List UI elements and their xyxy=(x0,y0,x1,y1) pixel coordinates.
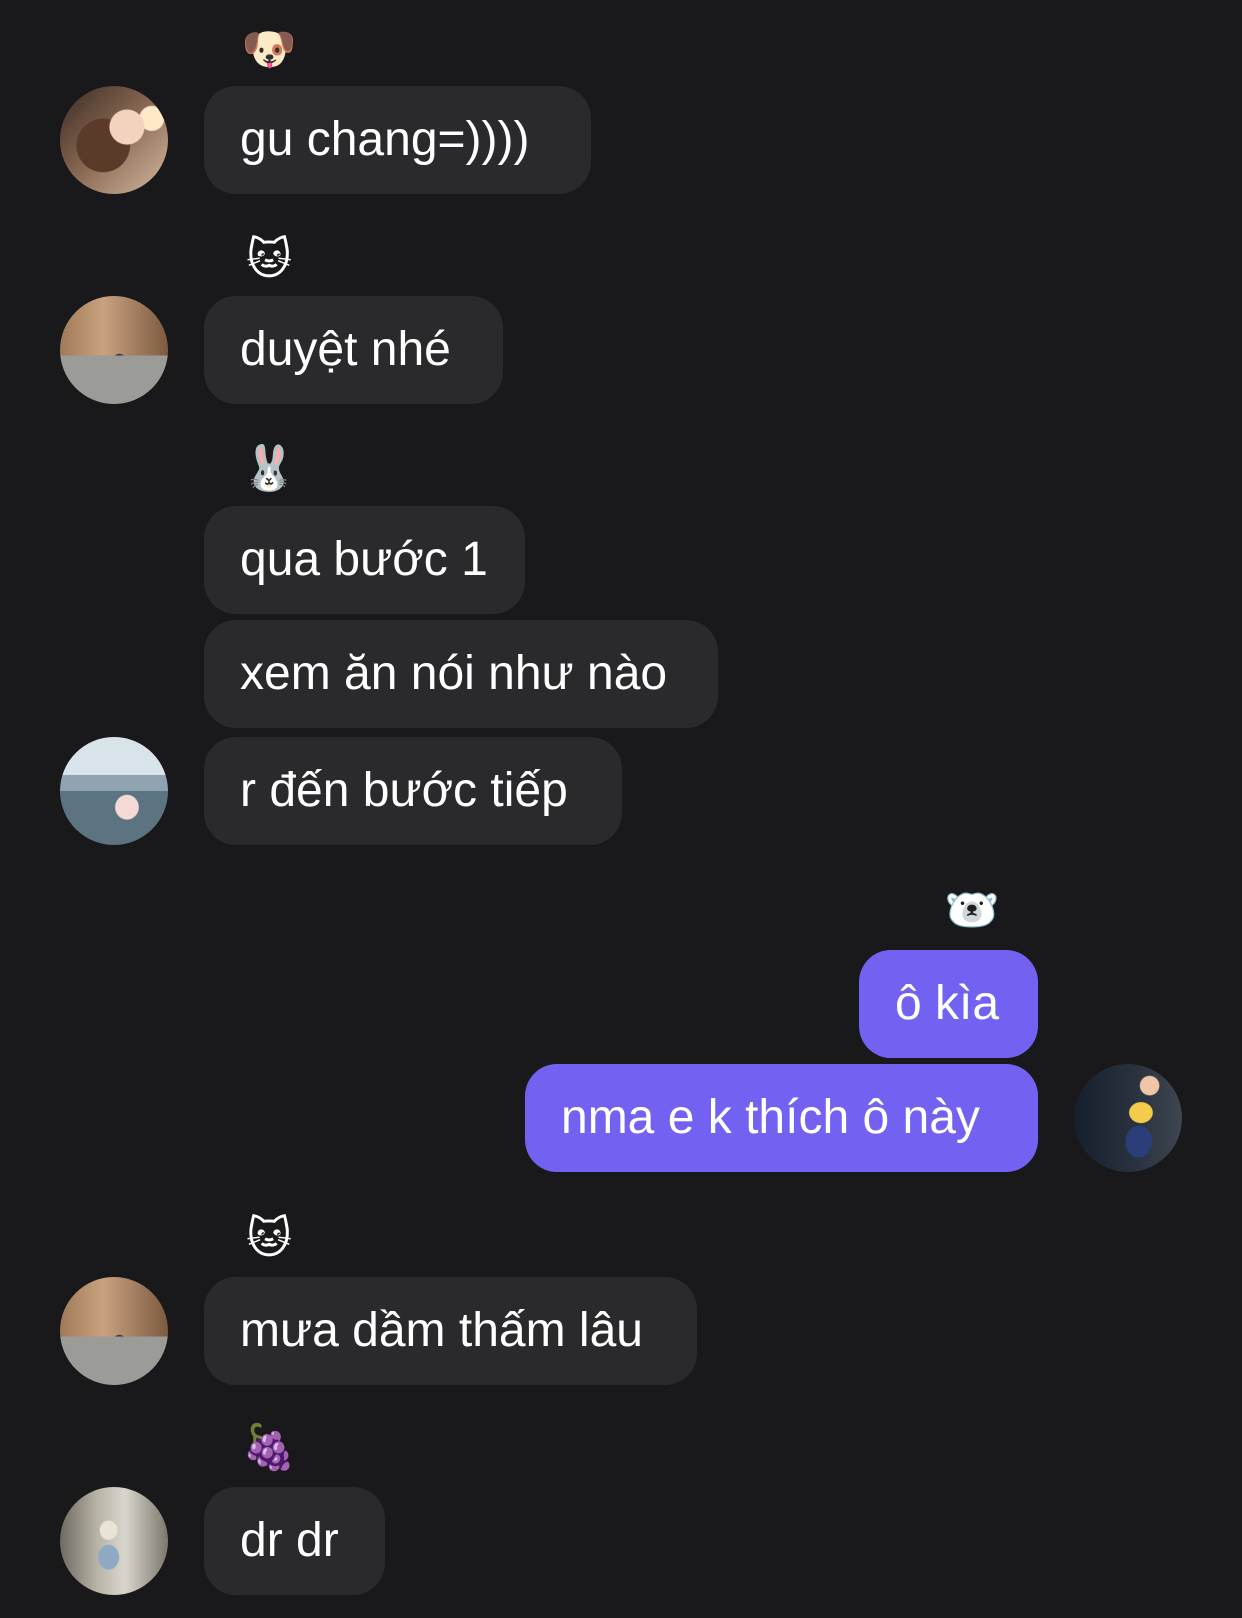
avatar[interactable] xyxy=(60,86,168,194)
dog-face-icon: 🐶 xyxy=(241,24,297,75)
rabbit-face-icon: 🐰 xyxy=(241,443,297,494)
cat-face-icon: 🐱 xyxy=(246,1213,292,1264)
message-bubble[interactable]: r đến bước tiếp xyxy=(204,737,622,845)
avatar[interactable] xyxy=(1074,1064,1182,1172)
avatar[interactable] xyxy=(60,1277,168,1385)
message-bubble[interactable]: xem ăn nói như nào xyxy=(204,620,718,728)
avatar[interactable] xyxy=(60,1487,168,1595)
message-bubble[interactable]: gu chang=)))) xyxy=(204,86,591,194)
polar-bear-icon: 🐻‍❄️ xyxy=(944,885,1000,936)
message-bubble[interactable]: qua bước 1 xyxy=(204,506,525,614)
message-bubble[interactable]: duyệt nhé xyxy=(204,296,503,404)
avatar[interactable] xyxy=(60,737,168,845)
message-bubble-outgoing[interactable]: ô kìa xyxy=(859,950,1038,1058)
grapes-icon: 🍇 xyxy=(241,1422,297,1473)
chat-thread: 🐶 gu chang=)))) 🐱 duyệt nhé 🐰 qua bước 1… xyxy=(0,0,1242,1618)
message-bubble[interactable]: dr dr xyxy=(204,1487,385,1595)
message-bubble[interactable]: mưa dầm thấm lâu xyxy=(204,1277,697,1385)
message-bubble-outgoing[interactable]: nma e k thích ô này xyxy=(525,1064,1038,1172)
avatar[interactable] xyxy=(60,296,168,404)
cat-face-icon: 🐱 xyxy=(246,234,292,285)
